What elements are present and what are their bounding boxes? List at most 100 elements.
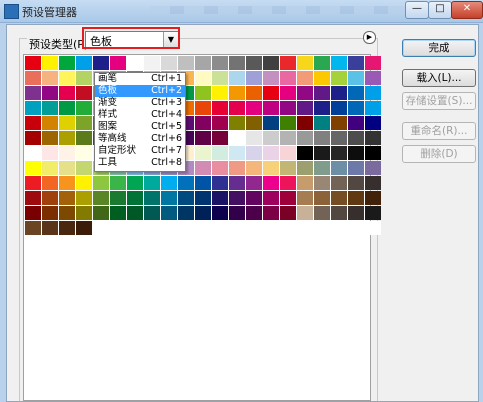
color-swatch[interactable] [297,86,313,100]
color-swatch[interactable] [161,176,177,190]
color-swatch[interactable] [76,221,92,235]
color-swatch[interactable] [297,161,313,175]
color-swatch[interactable] [331,71,347,85]
color-swatch[interactable] [144,221,160,235]
color-swatch[interactable] [59,206,75,220]
color-swatch[interactable] [195,71,211,85]
color-swatch[interactable] [59,116,75,130]
color-swatch[interactable] [110,221,126,235]
color-swatch[interactable] [59,176,75,190]
color-swatch[interactable] [42,131,58,145]
color-swatch[interactable] [93,56,109,70]
color-swatch[interactable] [297,176,313,190]
color-swatch[interactable] [212,221,228,235]
color-swatch[interactable] [280,71,296,85]
color-swatch[interactable] [93,191,109,205]
dropdown-item[interactable]: 等高线 Ctrl+6 [95,133,185,145]
color-swatch[interactable] [59,161,75,175]
color-swatch[interactable] [76,56,92,70]
color-swatch[interactable] [280,161,296,175]
color-swatch[interactable] [110,176,126,190]
color-swatch[interactable] [314,101,330,115]
color-swatch[interactable] [229,191,245,205]
color-swatch[interactable] [212,56,228,70]
maximize-button[interactable]: □ [428,1,452,19]
color-swatch[interactable] [314,116,330,130]
color-swatch[interactable] [246,206,262,220]
color-swatch[interactable] [314,131,330,145]
color-swatch[interactable] [314,56,330,70]
color-swatch[interactable] [25,131,41,145]
color-swatch[interactable] [195,131,211,145]
color-swatch[interactable] [212,86,228,100]
color-swatch[interactable] [76,206,92,220]
color-swatch[interactable] [348,116,364,130]
color-swatch[interactable] [263,191,279,205]
color-swatch[interactable] [246,131,262,145]
color-swatch[interactable] [76,176,92,190]
load-button[interactable]: 载入(L)... [402,69,476,87]
color-swatch[interactable] [297,101,313,115]
color-swatch[interactable] [280,176,296,190]
color-swatch[interactable] [127,56,143,70]
color-swatch[interactable] [25,176,41,190]
color-swatch[interactable] [76,101,92,115]
color-swatch[interactable] [365,101,381,115]
color-swatch[interactable] [161,221,177,235]
color-swatch[interactable] [348,131,364,145]
color-swatch[interactable] [127,206,143,220]
color-swatch[interactable] [212,161,228,175]
color-swatch[interactable] [348,161,364,175]
color-swatch[interactable] [365,176,381,190]
dropdown-item[interactable]: 样式 Ctrl+4 [95,109,185,121]
color-swatch[interactable] [212,176,228,190]
color-swatch[interactable] [195,56,211,70]
color-swatch[interactable] [365,146,381,160]
color-swatch[interactable] [297,146,313,160]
color-swatch[interactable] [110,56,126,70]
color-swatch[interactable] [195,221,211,235]
color-swatch[interactable] [42,191,58,205]
color-swatch[interactable] [365,56,381,70]
color-swatch[interactable] [161,56,177,70]
color-swatch[interactable] [25,86,41,100]
color-swatch[interactable] [229,71,245,85]
color-swatch[interactable] [331,206,347,220]
color-swatch[interactable] [144,206,160,220]
color-swatch[interactable] [263,176,279,190]
color-swatch[interactable] [246,191,262,205]
dropdown-item[interactable]: 渐变 Ctrl+3 [95,97,185,109]
color-swatch[interactable] [348,56,364,70]
color-swatch[interactable] [127,221,143,235]
color-swatch[interactable] [314,146,330,160]
color-swatch[interactable] [42,71,58,85]
color-swatch[interactable] [280,56,296,70]
dropdown-item[interactable]: 自定形状 Ctrl+7 [95,145,185,157]
rename-button[interactable]: 重命名(R)... [402,122,476,140]
color-swatch[interactable] [280,86,296,100]
color-swatch[interactable] [331,131,347,145]
color-swatch[interactable] [314,176,330,190]
color-swatch[interactable] [331,86,347,100]
color-swatch[interactable] [280,191,296,205]
color-swatch[interactable] [365,191,381,205]
dropdown-item[interactable]: 色板 Ctrl+2 [95,85,185,97]
color-swatch[interactable] [76,146,92,160]
color-swatch[interactable] [212,146,228,160]
color-swatch[interactable] [76,116,92,130]
dropdown-item[interactable]: 图案 Ctrl+5 [95,121,185,133]
color-swatch[interactable] [246,161,262,175]
close-button[interactable]: ✕ [451,1,483,19]
color-swatch[interactable] [76,86,92,100]
color-swatch[interactable] [42,116,58,130]
color-swatch[interactable] [348,146,364,160]
color-swatch[interactable] [195,191,211,205]
color-swatch[interactable] [297,71,313,85]
dropdown-item[interactable]: 工具 Ctrl+8 [95,157,185,169]
color-swatch[interactable] [42,56,58,70]
color-swatch[interactable] [365,206,381,220]
color-swatch[interactable] [280,146,296,160]
color-swatch[interactable] [178,176,194,190]
color-swatch[interactable] [59,56,75,70]
color-swatch[interactable] [297,221,313,235]
